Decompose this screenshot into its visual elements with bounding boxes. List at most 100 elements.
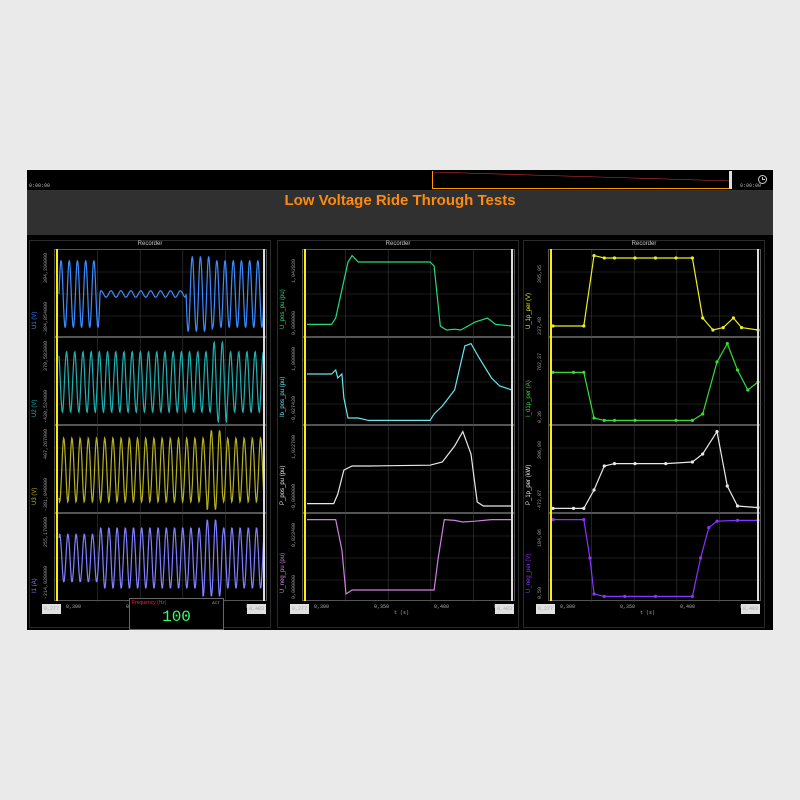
y-tick-min: -0,027430 <box>291 395 297 423</box>
signal-plot[interactable] <box>302 337 516 426</box>
y-tick-max: 255,170000 <box>43 516 49 547</box>
y-axis-ticks: -384,854000 394,290000 <box>43 249 51 337</box>
y-tick-max: 1,022700 <box>291 434 297 459</box>
panel-title: Recorder <box>631 241 657 247</box>
signal-plot[interactable] <box>302 513 516 602</box>
trace-marker <box>725 342 729 346</box>
trace-marker <box>690 418 694 422</box>
frequency-value: 100 <box>162 608 191 626</box>
trace-marker <box>653 594 658 598</box>
x-start-box[interactable]: 0,277 <box>290 604 310 614</box>
y-tick-max: 762,37 <box>537 352 543 371</box>
recorder-panel: Recorder U1 (V) -384,854000 394,290000 U2 (V… <box>29 240 271 628</box>
trace-marker <box>653 256 658 260</box>
x-end-box[interactable]: 0,483 <box>247 604 267 614</box>
y-tick-max: 407,267000 <box>43 428 49 459</box>
cursor-handle[interactable] <box>757 249 759 601</box>
cursor-line[interactable] <box>304 249 306 601</box>
recorder-app: 0:00:00 0:00:00 Low Voltage Ride Through… <box>27 170 773 630</box>
x-start-box[interactable]: 0,277 <box>42 604 62 614</box>
signal-plot[interactable] <box>54 249 268 338</box>
cursor-line[interactable] <box>550 249 552 601</box>
trace-marker <box>623 594 627 598</box>
frequency-label: Frequency (Hz) <box>132 600 167 606</box>
x-tick: 0,400 <box>434 604 450 610</box>
y-axis-ticks: 0,50 184,06 <box>537 513 545 601</box>
y-axis-ticks: -381,848000 407,267000 <box>43 425 51 513</box>
trace-marker <box>731 316 735 320</box>
x-axis: 0,2770,3000,3500,4000,4500,483t (s) <box>290 602 515 616</box>
trace-marker <box>711 328 715 332</box>
y-tick-max: 396,99 <box>537 440 543 459</box>
signal-plot[interactable] <box>548 513 762 602</box>
x-axis-label: t (s) <box>394 610 410 616</box>
trace-marker <box>701 316 705 320</box>
cursor-handle[interactable] <box>511 249 513 601</box>
signal-plot[interactable] <box>54 425 268 514</box>
signal-trace <box>307 430 512 507</box>
y-tick-min: 0,000000 <box>291 574 297 599</box>
signal-plot[interactable] <box>54 513 268 602</box>
x-start-box[interactable]: 0,277 <box>536 604 556 614</box>
signal-plot[interactable] <box>54 337 268 426</box>
signal-plot[interactable] <box>548 249 762 338</box>
clock-icon[interactable] <box>758 175 767 184</box>
trace-marker <box>707 526 711 530</box>
signal-trace-canvas <box>303 250 516 338</box>
y-axis-ticks: 0,000000 1,042830 <box>291 249 299 337</box>
x-axis: 0,2770,3000,3500,4000,4500,483t (s) <box>536 602 761 616</box>
signal-plot[interactable] <box>302 249 516 338</box>
signal-trace-canvas <box>55 250 268 338</box>
signal-trace-canvas <box>549 514 762 602</box>
trace-marker <box>592 416 596 420</box>
trace-marker <box>690 460 694 464</box>
x-tick: 0,350 <box>620 604 636 610</box>
trace-marker <box>612 256 617 260</box>
y-tick-max: 370,583000 <box>43 340 49 371</box>
trace-marker <box>592 488 596 492</box>
trace-marker <box>664 462 668 466</box>
y-tick-min: -0,000000 <box>291 483 297 511</box>
recorder-panel: Recorder U_1p_per (V) 237,48 395,05 I_d1p_pe… <box>523 240 765 628</box>
x-end-box[interactable]: 0,483 <box>741 604 761 614</box>
y-axis-ticks: -214,939000 255,170000 <box>43 513 51 601</box>
y-tick-min: -472,87 <box>537 489 543 511</box>
timeline-bar[interactable]: 0:00:00 0:00:00 <box>27 170 773 191</box>
signal-trace <box>553 254 759 331</box>
trace-marker <box>735 518 740 522</box>
signal-trace <box>307 254 513 331</box>
trace-marker <box>701 412 705 416</box>
y-axis-ticks: -472,87 396,99 <box>537 425 545 513</box>
signal-trace-canvas <box>549 338 762 426</box>
trace-marker <box>571 506 576 510</box>
trace-marker <box>602 418 606 422</box>
trace-marker <box>582 324 586 328</box>
signal-trace-canvas <box>55 426 268 514</box>
trace-marker <box>674 256 678 260</box>
x-end-box[interactable]: 0,483 <box>495 604 515 614</box>
y-tick-min: 237,48 <box>537 316 543 335</box>
trace-marker <box>699 556 703 560</box>
y-axis-ticks: -0,000000 1,022700 <box>291 425 299 513</box>
trace-marker <box>602 464 606 468</box>
trace-marker <box>582 506 586 510</box>
timeline-window[interactable] <box>432 171 732 189</box>
trace-marker <box>715 360 719 364</box>
trace-marker <box>721 326 725 330</box>
cursor-line[interactable] <box>56 249 58 601</box>
signal-trace-canvas <box>303 426 516 514</box>
trace-marker <box>735 504 740 508</box>
panel-title: Recorder <box>385 241 411 247</box>
cursor-handle[interactable] <box>263 249 265 601</box>
y-axis-label: U_neg_per (V) <box>526 553 532 593</box>
signal-plot[interactable] <box>302 425 516 514</box>
y-tick-min: 0,36 <box>537 410 543 423</box>
recorder-panel: Recorder U_pos_pu (pu) 0,000000 1,042830 Ib_… <box>277 240 519 628</box>
signal-trace-canvas <box>549 426 762 514</box>
signal-plot[interactable] <box>548 337 762 426</box>
y-tick-min: -381,848000 <box>43 477 49 511</box>
signal-plot[interactable] <box>548 425 762 514</box>
trace-marker <box>592 592 596 596</box>
trace-marker <box>715 430 719 434</box>
timeline-window-handle[interactable] <box>729 171 732 189</box>
